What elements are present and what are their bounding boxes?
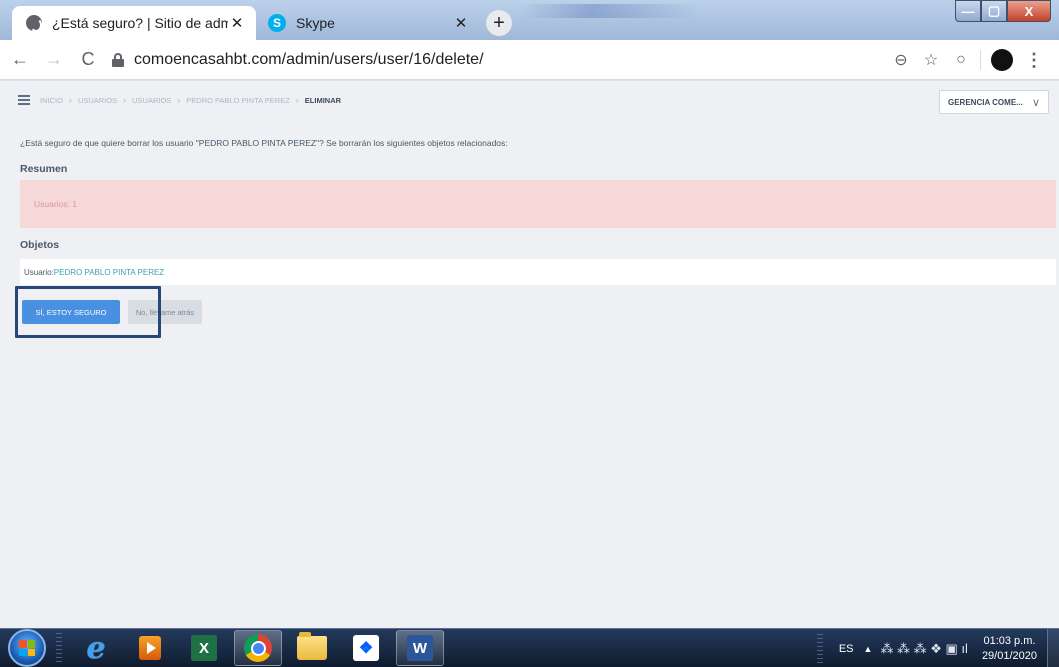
word-icon: W — [407, 635, 433, 661]
menu-icon[interactable]: ⋮ — [1019, 46, 1049, 74]
dropbox-icon: ❖ — [353, 635, 379, 661]
clock-date: 29/01/2020 — [981, 649, 1037, 662]
taskbar-app-file-explorer[interactable] — [288, 630, 336, 666]
browser-window: ¿Está seguro? | Sitio de administr ✕ S S… — [0, 0, 1059, 628]
tab-strip: ¿Está seguro? | Sitio de administr ✕ S S… — [0, 0, 1059, 40]
lock-icon — [112, 53, 124, 67]
summary-title: Resumen — [20, 163, 68, 175]
tab-title: ¿Está seguro? | Sitio de administr — [52, 15, 228, 31]
object-prefix: Usuario: — [24, 267, 54, 277]
profile-avatar[interactable] — [991, 49, 1013, 71]
taskbar-app-word[interactable]: W — [396, 630, 444, 666]
chevron-down-icon: ∨ — [1031, 96, 1040, 109]
windows-logo-icon — [19, 640, 35, 656]
department-select[interactable]: GERENCIA COME... ∨ — [939, 90, 1049, 114]
toolbar-divider — [980, 50, 981, 70]
toolbar-actions: ⊖ ☆ ○ ⋮ — [886, 46, 1049, 74]
taskbar-app-internet-explorer[interactable]: e — [72, 630, 120, 666]
extension-icon[interactable]: ○ — [946, 46, 976, 74]
language-indicator[interactable]: ES — [839, 643, 854, 655]
breadcrumb-current: Eliminar — [304, 95, 342, 105]
taskbar-app-excel[interactable]: X — [180, 630, 228, 666]
tab-title: Skype — [296, 15, 335, 31]
chrome-icon — [244, 634, 272, 662]
taskbar-app-media-player[interactable] — [126, 630, 174, 666]
confirm-message: ¿Está seguro de que quiere borrar los us… — [20, 138, 508, 148]
address-bar[interactable]: comoencasahbt.com/admin/users/user/16/de… — [112, 46, 872, 74]
summary-box: Usuarios: 1 — [20, 180, 1056, 228]
skype-icon: S — [268, 14, 286, 32]
bookmark-star-icon[interactable]: ☆ — [916, 46, 946, 74]
minimize-button[interactable]: — — [955, 0, 981, 22]
tray-icons[interactable]: ⁂ ⁂ ⁂ ❖ ▣ ıl — [880, 641, 968, 657]
clock[interactable]: 01:03 p.m. 29/01/2020 — [982, 634, 1037, 664]
admin-page: Inicio › Usuarios › Usuarios › Pedro Pab… — [0, 81, 1059, 628]
breadcrumb: Inicio › Usuarios › Usuarios › Pedro Pab… — [0, 81, 1059, 119]
object-user-link[interactable]: PEDRO PABLO PINTA PEREZ — [54, 268, 164, 277]
zoom-icon[interactable]: ⊖ — [886, 46, 916, 74]
media-player-icon — [139, 636, 161, 660]
excel-icon: X — [191, 635, 217, 661]
close-tab-icon[interactable]: ✕ — [228, 14, 246, 32]
breadcrumb-item[interactable]: Usuarios — [132, 96, 171, 105]
tab-admin[interactable]: ¿Está seguro? | Sitio de administr ✕ — [12, 6, 256, 40]
back-button[interactable]: ← — [6, 46, 34, 74]
breadcrumb-separator: › — [295, 95, 299, 105]
tab-skype[interactable]: S Skype ✕ — [258, 6, 480, 40]
cancel-button[interactable]: No, llévame atrás — [128, 300, 202, 324]
forward-button[interactable]: → — [40, 46, 68, 74]
system-tray: ES ▲ ⁂ ⁂ ⁂ ❖ ▣ ıl 01:03 p.m. 29/01/2020 — [807, 629, 1059, 667]
background-window-title — [520, 4, 700, 18]
objects-title: Objetos — [20, 239, 60, 251]
breadcrumb-separator: › — [177, 95, 181, 105]
taskbar: e X ❖ W ES ▲ ⁂ ⁂ ⁂ ❖ ▣ ıl 01:03 p.m. 29/… — [0, 628, 1059, 667]
taskbar-grip — [56, 633, 62, 663]
reload-button[interactable]: C — [74, 46, 102, 74]
window-controls: — ▢ X — [955, 0, 1051, 22]
show-desktop-button[interactable] — [1047, 629, 1059, 667]
maximize-button[interactable]: ▢ — [981, 0, 1007, 22]
taskbar-app-chrome[interactable] — [234, 630, 282, 666]
breadcrumb-separator: › — [123, 95, 127, 105]
folder-icon — [297, 632, 327, 660]
start-button[interactable] — [8, 629, 46, 667]
confirm-delete-button[interactable]: Sí, estoy seguro — [22, 300, 120, 324]
taskbar-app-dropbox[interactable]: ❖ — [342, 630, 390, 666]
close-window-button[interactable]: X — [1007, 0, 1051, 22]
show-hidden-icons-arrow-icon[interactable]: ▲ — [864, 644, 873, 654]
clock-time: 01:03 p.m. — [983, 634, 1036, 647]
department-select-value: GERENCIA COME... — [948, 97, 1023, 107]
internet-explorer-icon: e — [86, 630, 106, 666]
url-text: comoencasahbt.com/admin/users/user/16/de… — [134, 51, 484, 68]
hamburger-menu-icon[interactable] — [18, 95, 30, 105]
tray-grip — [816, 633, 823, 664]
objects-list: Usuario: PEDRO PABLO PINTA PEREZ — [20, 259, 1056, 285]
breadcrumb-item[interactable]: Pedro Pablo Pinta Perez — [186, 96, 290, 105]
browser-toolbar: ← → C comoencasahbt.com/admin/users/user… — [0, 40, 1059, 80]
breadcrumb-separator: › — [68, 95, 72, 105]
new-tab-button[interactable]: + — [486, 10, 512, 36]
close-tab-icon[interactable]: ✕ — [452, 14, 470, 32]
breadcrumb-item[interactable]: Inicio — [40, 96, 63, 105]
globe-icon — [26, 15, 42, 32]
breadcrumb-item[interactable]: Usuarios — [78, 96, 117, 105]
summary-item: Usuarios: 1 — [34, 199, 77, 209]
